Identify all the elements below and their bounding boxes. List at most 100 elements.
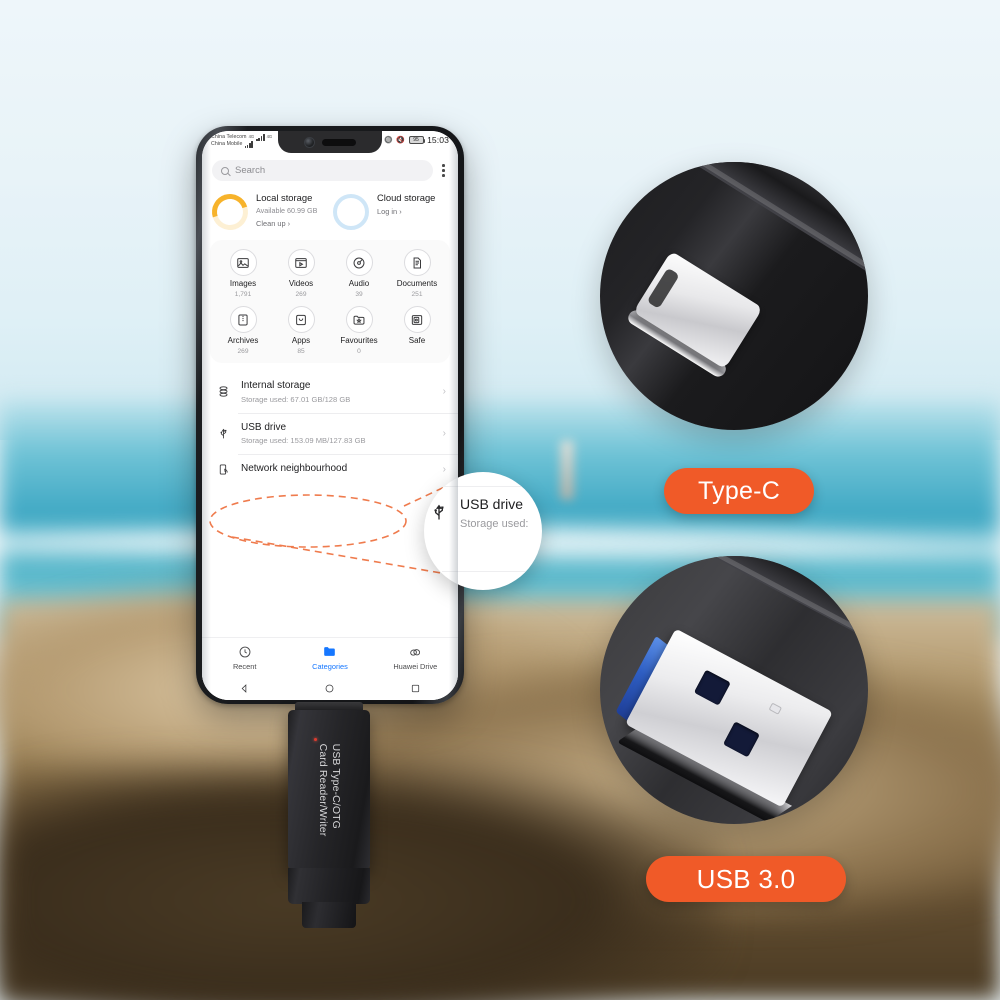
internal-storage-icon [215,385,231,398]
chevron-right-icon: › [442,464,446,475]
cloud-storage-ring-icon [333,194,369,230]
category-grid: Images 1,791 Videos 269 Audio 39 Documen… [214,249,446,355]
image-icon [229,249,257,276]
search-placeholder: Search [235,165,266,176]
network-icon [215,463,231,476]
battery-icon: 95 [408,136,426,144]
usb-notch [768,702,783,715]
carrier-secondary-label: China Mobile [211,140,243,147]
bluetooth-icon: 🔘 [384,136,393,144]
phone-screen: China Telecom 4G 4G China Mobile 🔘 🔇 95 … [202,131,458,700]
clock-label: 15:03 [427,135,449,145]
tab-huawei-drive[interactable]: Huawei Drive [373,644,458,671]
reader-label-line1: USB Type-C/OTG [329,743,342,829]
storage-list: Internal storage Storage used: 67.01 GB/… [202,371,458,485]
badge-type-c: Type-C [664,468,814,514]
reader-label-line2: Card Reader/Writer [316,743,329,837]
signal-bars-primary-icon [256,134,265,141]
local-storage-title: Local storage [256,192,313,203]
storage-row-network[interactable]: Network neighbourhood › [202,454,458,485]
usb-icon [428,496,450,522]
category-label: Apps [291,336,311,345]
tab-bar: Recent Categories Huawei Drive [202,638,458,676]
category-label: Videos [288,279,314,288]
tab-recent[interactable]: Recent [202,644,287,671]
category-archives[interactable]: Archives 269 [214,306,272,355]
safe-icon [403,306,431,333]
folder-icon [322,644,337,659]
storage-row-internal[interactable]: Internal storage Storage used: 67.01 GB/… [202,371,458,413]
status-bar: China Telecom 4G 4G China Mobile 🔘 🔇 95 … [202,131,458,155]
storage-row-subtitle: Storage used: 67.01 GB/128 GB [241,394,351,404]
search-icon [221,166,229,175]
card-reader-dongle: USB Type-C/OTG Card Reader/Writer [288,702,370,928]
tab-label: Recent [232,662,257,671]
smartphone: China Telecom 4G 4G China Mobile 🔘 🔇 95 … [196,126,464,704]
front-camera-icon [304,136,315,148]
home-circle-icon[interactable] [324,683,335,694]
status-bar-left: China Telecom 4G 4G China Mobile [211,134,272,148]
chevron-right-icon: › [442,386,446,398]
category-apps[interactable]: Apps 85 [272,306,330,355]
kebab-menu-icon[interactable] [439,162,448,179]
usb-a-connector-closeup [600,556,868,824]
category-videos[interactable]: Videos 269 [272,249,330,298]
reader-print-label: USB Type-C/OTG Card Reader/Writer [316,744,342,837]
usb-icon [215,427,231,440]
status-bar-right: 🔘 🔇 95 15:03 [384,134,449,145]
cloud-storage-card[interactable]: Cloud storage Log in › [333,192,448,230]
storage-row-subtitle: Storage used: 153.09 MB/127.83 GB [241,436,366,445]
tab-label: Huawei Drive [393,662,438,671]
badge-usb-3: USB 3.0 [646,856,846,902]
favourites-icon [345,306,373,333]
badge-label: Type-C [697,476,781,505]
storage-row-usb-drive[interactable]: USB drive Storage used: 153.09 MB/127.83… [202,412,458,455]
carrier-primary-label: China Telecom [211,133,247,140]
display-notch [278,131,382,153]
local-storage-ring-icon [205,187,255,237]
apps-icon [287,306,315,333]
category-label: Audio [348,279,370,288]
usb-hole-primary [693,669,731,706]
storage-row-title: USB drive [241,421,287,433]
reader-body: USB Type-C/OTG Card Reader/Writer [288,710,370,870]
storage-summary: Local storage Available 60.99 GB Clean u… [202,187,458,240]
network-secondary-label: 4G [266,134,273,140]
category-images[interactable]: Images 1,791 [214,249,272,298]
category-grid-card: Images 1,791 Videos 269 Audio 39 Documen… [210,240,450,363]
type-c-connector-closeup [600,162,868,430]
earpiece-speaker-icon [322,138,356,146]
category-count: 269 [237,348,249,355]
back-triangle-icon[interactable] [239,683,250,694]
bottom-navigation: Recent Categories Huawei Drive [202,637,458,700]
category-label: Safe [408,336,426,345]
cloud-storage-title: Cloud storage [377,192,436,203]
category-safe[interactable]: Safe [388,306,446,355]
reader-end-cap [302,902,356,928]
category-documents[interactable]: Documents 251 [388,249,446,298]
bubble-title: USB drive [460,496,524,512]
local-storage-card[interactable]: Local storage Available 60.99 GB Clean u… [205,187,327,237]
category-favourites[interactable]: Favourites 0 [330,306,388,355]
usb-hole-secondary [722,721,760,758]
storage-row-title: Network neighbourhood [241,463,348,475]
local-storage-cleanup-link[interactable]: Clean up › [256,219,317,228]
archive-icon [229,306,257,333]
storage-row-title: Internal storage [241,380,311,391]
system-navigation-bar [202,676,458,700]
category-audio[interactable]: Audio 39 [330,249,388,298]
tab-categories[interactable]: Categories [287,644,372,671]
tab-label: Categories [312,662,348,671]
recents-square-icon[interactable] [410,683,421,694]
category-label: Archives [227,336,259,345]
document-icon [403,249,431,276]
bubble-subtitle: Storage used: [460,518,529,530]
battery-level-label: 95 [413,136,419,143]
category-label: Images [229,279,257,288]
search-input[interactable]: Search [212,160,434,181]
cloud-storage-login-link[interactable]: Log in › [377,207,435,216]
network-primary-label: 4G [248,134,255,140]
bubble-divider-bottom [442,571,542,572]
audio-icon [345,249,373,276]
category-count: 251 [411,291,423,298]
